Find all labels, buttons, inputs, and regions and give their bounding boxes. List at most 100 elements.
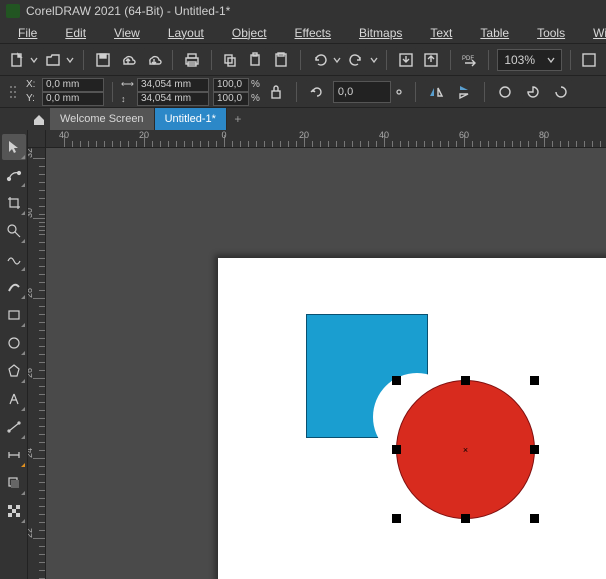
paste-button[interactable]: [245, 48, 267, 72]
clipboard-button[interactable]: [271, 48, 293, 72]
window-title: CorelDRAW 2021 (64-Bit) - Untitled-1*: [26, 4, 230, 18]
drop-shadow-tool[interactable]: [2, 470, 26, 496]
width-input[interactable]: [137, 78, 209, 92]
pick-tool[interactable]: [2, 134, 26, 160]
scale-block: % %: [213, 78, 260, 106]
cloud-download-button[interactable]: [143, 48, 165, 72]
zoom-tool[interactable]: [2, 218, 26, 244]
y-position-input[interactable]: [42, 92, 104, 106]
zoom-value: 103%: [504, 53, 535, 67]
horizontal-ruler[interactable]: 402002040608010: [46, 130, 606, 148]
ruler-v-label: 30: [28, 208, 34, 218]
rotation-input[interactable]: 0,0: [333, 81, 391, 103]
ruler-h-label: 20: [139, 130, 149, 140]
zoom-dropdown[interactable]: 103%: [497, 49, 561, 71]
open-file-button[interactable]: [42, 48, 64, 72]
menu-edit[interactable]: Edit: [59, 24, 92, 42]
home-icon[interactable]: [28, 108, 50, 132]
selection-handle-ne[interactable]: [530, 376, 539, 385]
menu-effects[interactable]: Effects: [289, 24, 337, 42]
selection-handle-nw[interactable]: [392, 376, 401, 385]
shape-tool[interactable]: [2, 162, 26, 188]
ruler-corner[interactable]: [28, 130, 46, 148]
grip-icon[interactable]: [6, 78, 22, 106]
transparency-tool[interactable]: [2, 498, 26, 524]
redo-dropdown-icon[interactable]: [369, 56, 378, 64]
copy-button[interactable]: [220, 48, 242, 72]
new-file-button[interactable]: [6, 48, 28, 72]
mirror-v-button[interactable]: [452, 80, 476, 104]
scale-y-input[interactable]: [213, 92, 249, 106]
crop-tool[interactable]: [2, 190, 26, 216]
page[interactable]: ×: [218, 258, 606, 579]
selection-center-icon[interactable]: ×: [462, 446, 469, 453]
width-icon: ⟷: [121, 79, 135, 90]
pie-mode-button[interactable]: [521, 80, 545, 104]
connector-tool[interactable]: [2, 442, 26, 468]
undo-button[interactable]: [309, 48, 331, 72]
separator: [83, 50, 84, 70]
rotation-dropdown-icon[interactable]: [395, 88, 407, 96]
menubar: File Edit View Layout Object Effects Bit…: [0, 22, 606, 44]
separator: [172, 50, 173, 70]
height-icon: ↕: [121, 94, 135, 104]
menu-layout[interactable]: Layout: [162, 24, 210, 42]
menu-file[interactable]: File: [12, 24, 43, 42]
separator: [450, 50, 451, 70]
canvas-area[interactable]: 402002040608010 323028262422 ×: [28, 130, 606, 579]
selection-handle-e[interactable]: [530, 445, 539, 454]
menu-table[interactable]: Table: [474, 24, 515, 42]
undo-dropdown-icon[interactable]: [333, 56, 342, 64]
fullscreen-button[interactable]: [578, 48, 600, 72]
menu-tools[interactable]: Tools: [531, 24, 571, 42]
cloud-upload-button[interactable]: [117, 48, 139, 72]
parallel-dim-tool[interactable]: [2, 414, 26, 440]
mirror-h-button[interactable]: [424, 80, 448, 104]
scale-x-input[interactable]: [213, 78, 249, 92]
selection-handle-sw[interactable]: [392, 514, 401, 523]
artistic-media-tool[interactable]: [2, 274, 26, 300]
tab-welcome[interactable]: Welcome Screen: [50, 108, 155, 130]
tab-document[interactable]: Untitled-1*: [155, 108, 227, 130]
ellipse-tool[interactable]: [2, 330, 26, 356]
publish-pdf-button[interactable]: PDF: [459, 48, 481, 72]
menu-window[interactable]: Window: [587, 24, 606, 42]
print-button[interactable]: [181, 48, 203, 72]
redo-button[interactable]: [346, 48, 368, 72]
menu-object[interactable]: Object: [226, 24, 273, 42]
open-dropdown-icon[interactable]: [66, 56, 75, 64]
menu-bitmaps[interactable]: Bitmaps: [353, 24, 408, 42]
toolbox: [0, 130, 28, 579]
selection-handle-se[interactable]: [530, 514, 539, 523]
import-button[interactable]: [395, 48, 417, 72]
percent-label: %: [251, 93, 260, 104]
rectangle-tool[interactable]: [2, 302, 26, 328]
new-dropdown-icon[interactable]: [30, 56, 39, 64]
menu-text[interactable]: Text: [424, 24, 458, 42]
vertical-ruler[interactable]: 323028262422: [28, 148, 46, 579]
position-block: X: Y:: [26, 78, 104, 106]
titlebar: CorelDRAW 2021 (64-Bit) - Untitled-1*: [0, 0, 606, 22]
text-tool[interactable]: [2, 386, 26, 412]
polygon-tool[interactable]: [2, 358, 26, 384]
app-logo-icon: [6, 4, 20, 18]
freehand-tool[interactable]: [2, 246, 26, 272]
x-position-input[interactable]: [42, 78, 104, 92]
ruler-h-label: 40: [59, 130, 69, 140]
ruler-v-label: 32: [28, 148, 34, 158]
selection-handle-n[interactable]: [461, 376, 470, 385]
separator: [484, 82, 485, 102]
menu-view[interactable]: View: [108, 24, 146, 42]
separator: [211, 50, 212, 70]
export-button[interactable]: [421, 48, 443, 72]
add-tab-button[interactable]: +: [227, 108, 249, 130]
ruler-v-label: 26: [28, 368, 34, 378]
arc-mode-button[interactable]: [549, 80, 573, 104]
height-input[interactable]: [137, 92, 209, 106]
ruler-v-label: 22: [28, 528, 34, 538]
selection-handle-s[interactable]: [461, 514, 470, 523]
selection-handle-w[interactable]: [392, 445, 401, 454]
save-button[interactable]: [92, 48, 114, 72]
lock-ratio-button[interactable]: [264, 80, 288, 104]
ellipse-mode-button[interactable]: [493, 80, 517, 104]
